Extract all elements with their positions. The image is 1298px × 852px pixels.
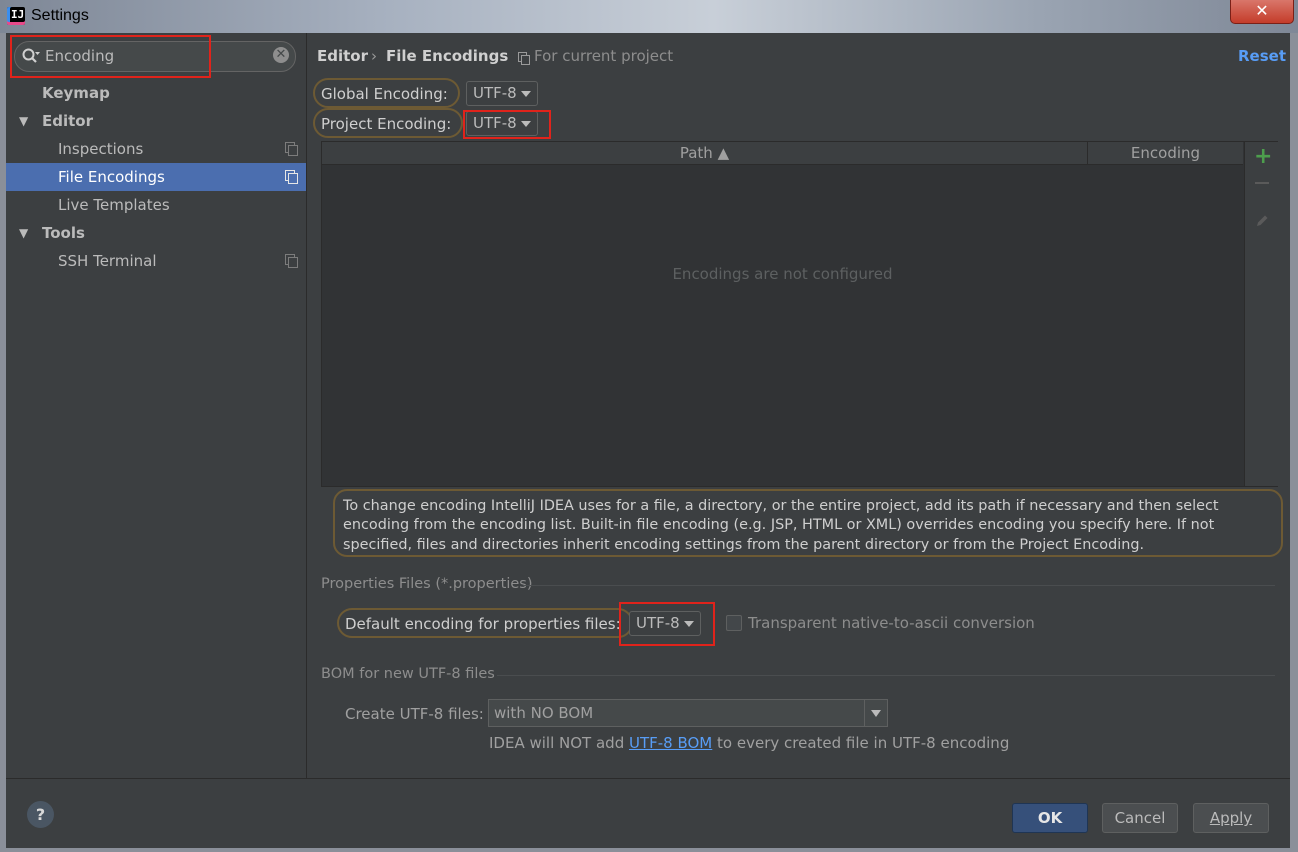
properties-section-title: Properties Files (*.properties) — [321, 576, 533, 592]
chevron-down-icon — [521, 91, 531, 97]
close-button[interactable]: ✕ — [1230, 0, 1294, 24]
apply-button[interactable]: Apply — [1193, 803, 1269, 833]
search-icon[interactable] — [21, 46, 41, 66]
table-header: Path ▲ Encoding — [322, 142, 1243, 165]
section-divider — [523, 585, 1275, 586]
sidebar-item-editor[interactable]: ▼ Editor — [6, 107, 306, 135]
dropdown-value: UTF-8 — [636, 614, 680, 632]
project-encoding-dropdown[interactable]: UTF-8 — [466, 111, 538, 136]
bom-note-text: IDEA will NOT add — [489, 734, 629, 752]
sidebar-item-label: SSH Terminal — [58, 252, 157, 270]
native-to-ascii-checkbox[interactable] — [726, 615, 742, 631]
settings-window: ✕ Keymap ▼ Editor Inspections File Encod… — [6, 33, 1290, 848]
add-icon[interactable]: + — [1254, 145, 1272, 169]
remove-icon[interactable] — [1255, 182, 1269, 184]
sidebar-item-ssh-terminal[interactable]: SSH Terminal — [6, 247, 306, 275]
reset-link[interactable]: Reset — [1238, 47, 1286, 65]
project-encoding-label: Project Encoding: — [313, 108, 464, 138]
project-scope-icon — [285, 170, 298, 184]
properties-encoding-label: Default encoding for properties files: — [337, 608, 633, 638]
sidebar-item-label: Tools — [42, 224, 85, 242]
content-panel: Editor › File Encodings For current proj… — [307, 33, 1290, 778]
sidebar-item-tools[interactable]: ▼ Tools — [6, 219, 306, 247]
bom-note: IDEA will NOT add UTF-8 BOM to every cre… — [489, 734, 1009, 752]
column-header-path[interactable]: Path ▲ — [322, 142, 1088, 164]
dropdown-value: with NO BOM — [494, 704, 594, 722]
global-encoding-label: Global Encoding: — [313, 78, 460, 108]
dropdown-value: UTF-8 — [473, 114, 517, 132]
project-scope-icon — [518, 52, 530, 65]
table-toolbar: + — [1244, 142, 1278, 486]
sidebar-item-label: Inspections — [58, 140, 144, 158]
expand-arrow-icon[interactable]: ▼ — [19, 107, 28, 135]
window-title: Settings — [31, 7, 89, 24]
expand-arrow-icon[interactable]: ▼ — [19, 219, 28, 247]
search-box[interactable]: ✕ — [14, 41, 296, 72]
properties-encoding-dropdown[interactable]: UTF-8 — [629, 611, 701, 636]
project-scope-icon — [285, 254, 298, 268]
bom-dropdown[interactable]: with NO BOM — [488, 699, 888, 727]
breadcrumb-parent: Editor — [317, 47, 368, 65]
path-encoding-table[interactable]: Path ▲ Encoding Encodings are not config… — [321, 141, 1278, 487]
edit-icon[interactable] — [1255, 214, 1269, 228]
global-encoding-dropdown[interactable]: UTF-8 — [466, 81, 538, 106]
column-header-encoding[interactable]: Encoding — [1088, 142, 1243, 164]
project-scope-icon — [285, 142, 298, 156]
sidebar-item-live-templates[interactable]: Live Templates — [6, 191, 306, 219]
sidebar: ✕ Keymap ▼ Editor Inspections File Encod… — [6, 33, 307, 778]
ok-button[interactable]: OK — [1012, 803, 1088, 833]
sidebar-item-label: Keymap — [42, 84, 110, 102]
page-title: File Encodings — [386, 47, 509, 65]
native-to-ascii-label[interactable]: Transparent native-to-ascii conversion — [748, 614, 1035, 632]
intellij-app-icon: IJ — [7, 7, 25, 25]
chevron-down-icon — [521, 121, 531, 127]
cancel-button[interactable]: Cancel — [1102, 803, 1178, 833]
scope-label: For current project — [534, 47, 674, 65]
table-empty-text: Encodings are not configured — [672, 265, 893, 283]
sidebar-item-label: Live Templates — [58, 196, 170, 214]
bom-section-title: BOM for new UTF-8 files — [321, 666, 495, 682]
sidebar-item-keymap[interactable]: Keymap — [6, 79, 306, 107]
sidebar-item-label: File Encodings — [58, 168, 165, 186]
utf8-bom-link[interactable]: UTF-8 BOM — [629, 734, 712, 752]
clear-search-icon[interactable]: ✕ — [273, 47, 289, 63]
bom-note-text: to every created file in UTF-8 encoding — [712, 734, 1010, 752]
chevron-down-icon[interactable] — [864, 700, 887, 726]
breadcrumb-separator: › — [371, 47, 377, 65]
title-bar: IJ Settings ✕ — [0, 0, 1298, 33]
help-button[interactable]: ? — [27, 801, 54, 828]
info-text: To change encoding IntelliJ IDEA uses fo… — [333, 489, 1283, 557]
create-utf8-label: Create UTF-8 files: — [345, 705, 484, 723]
section-divider — [497, 675, 1275, 676]
sidebar-item-file-encodings[interactable]: File Encodings — [6, 163, 306, 191]
dropdown-value: UTF-8 — [473, 84, 517, 102]
dialog-footer: ? OK Cancel Apply — [6, 778, 1290, 848]
sidebar-item-label: Editor — [42, 112, 93, 130]
chevron-down-icon — [684, 621, 694, 627]
sidebar-item-inspections[interactable]: Inspections — [6, 135, 306, 163]
search-input[interactable] — [45, 46, 265, 66]
